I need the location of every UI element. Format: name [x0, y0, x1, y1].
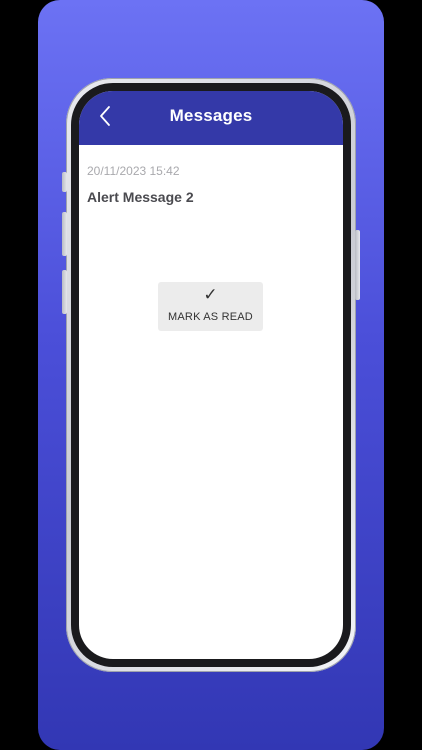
page-title: Messages — [169, 106, 253, 125]
canvas: Messages 20/11/2023 15:42 Alert Message … — [0, 0, 422, 750]
phone-power-button — [355, 230, 360, 300]
phone-screen: Messages 20/11/2023 15:42 Alert Message … — [79, 91, 343, 659]
message-date: 20/11/2023 15:42 — [87, 164, 180, 178]
phone-volume-up-button — [62, 212, 67, 256]
checkmark-icon: ✓ — [203, 285, 218, 304]
mark-as-read-label: MARK AS READ — [168, 311, 253, 323]
app-header: Messages — [79, 91, 343, 145]
phone-volume-down-button — [62, 270, 67, 314]
mark-as-read-button[interactable]: ✓ MARK AS READ — [158, 282, 263, 331]
phone-mute-switch — [62, 172, 67, 192]
message-title: Alert Message 2 — [87, 189, 194, 205]
